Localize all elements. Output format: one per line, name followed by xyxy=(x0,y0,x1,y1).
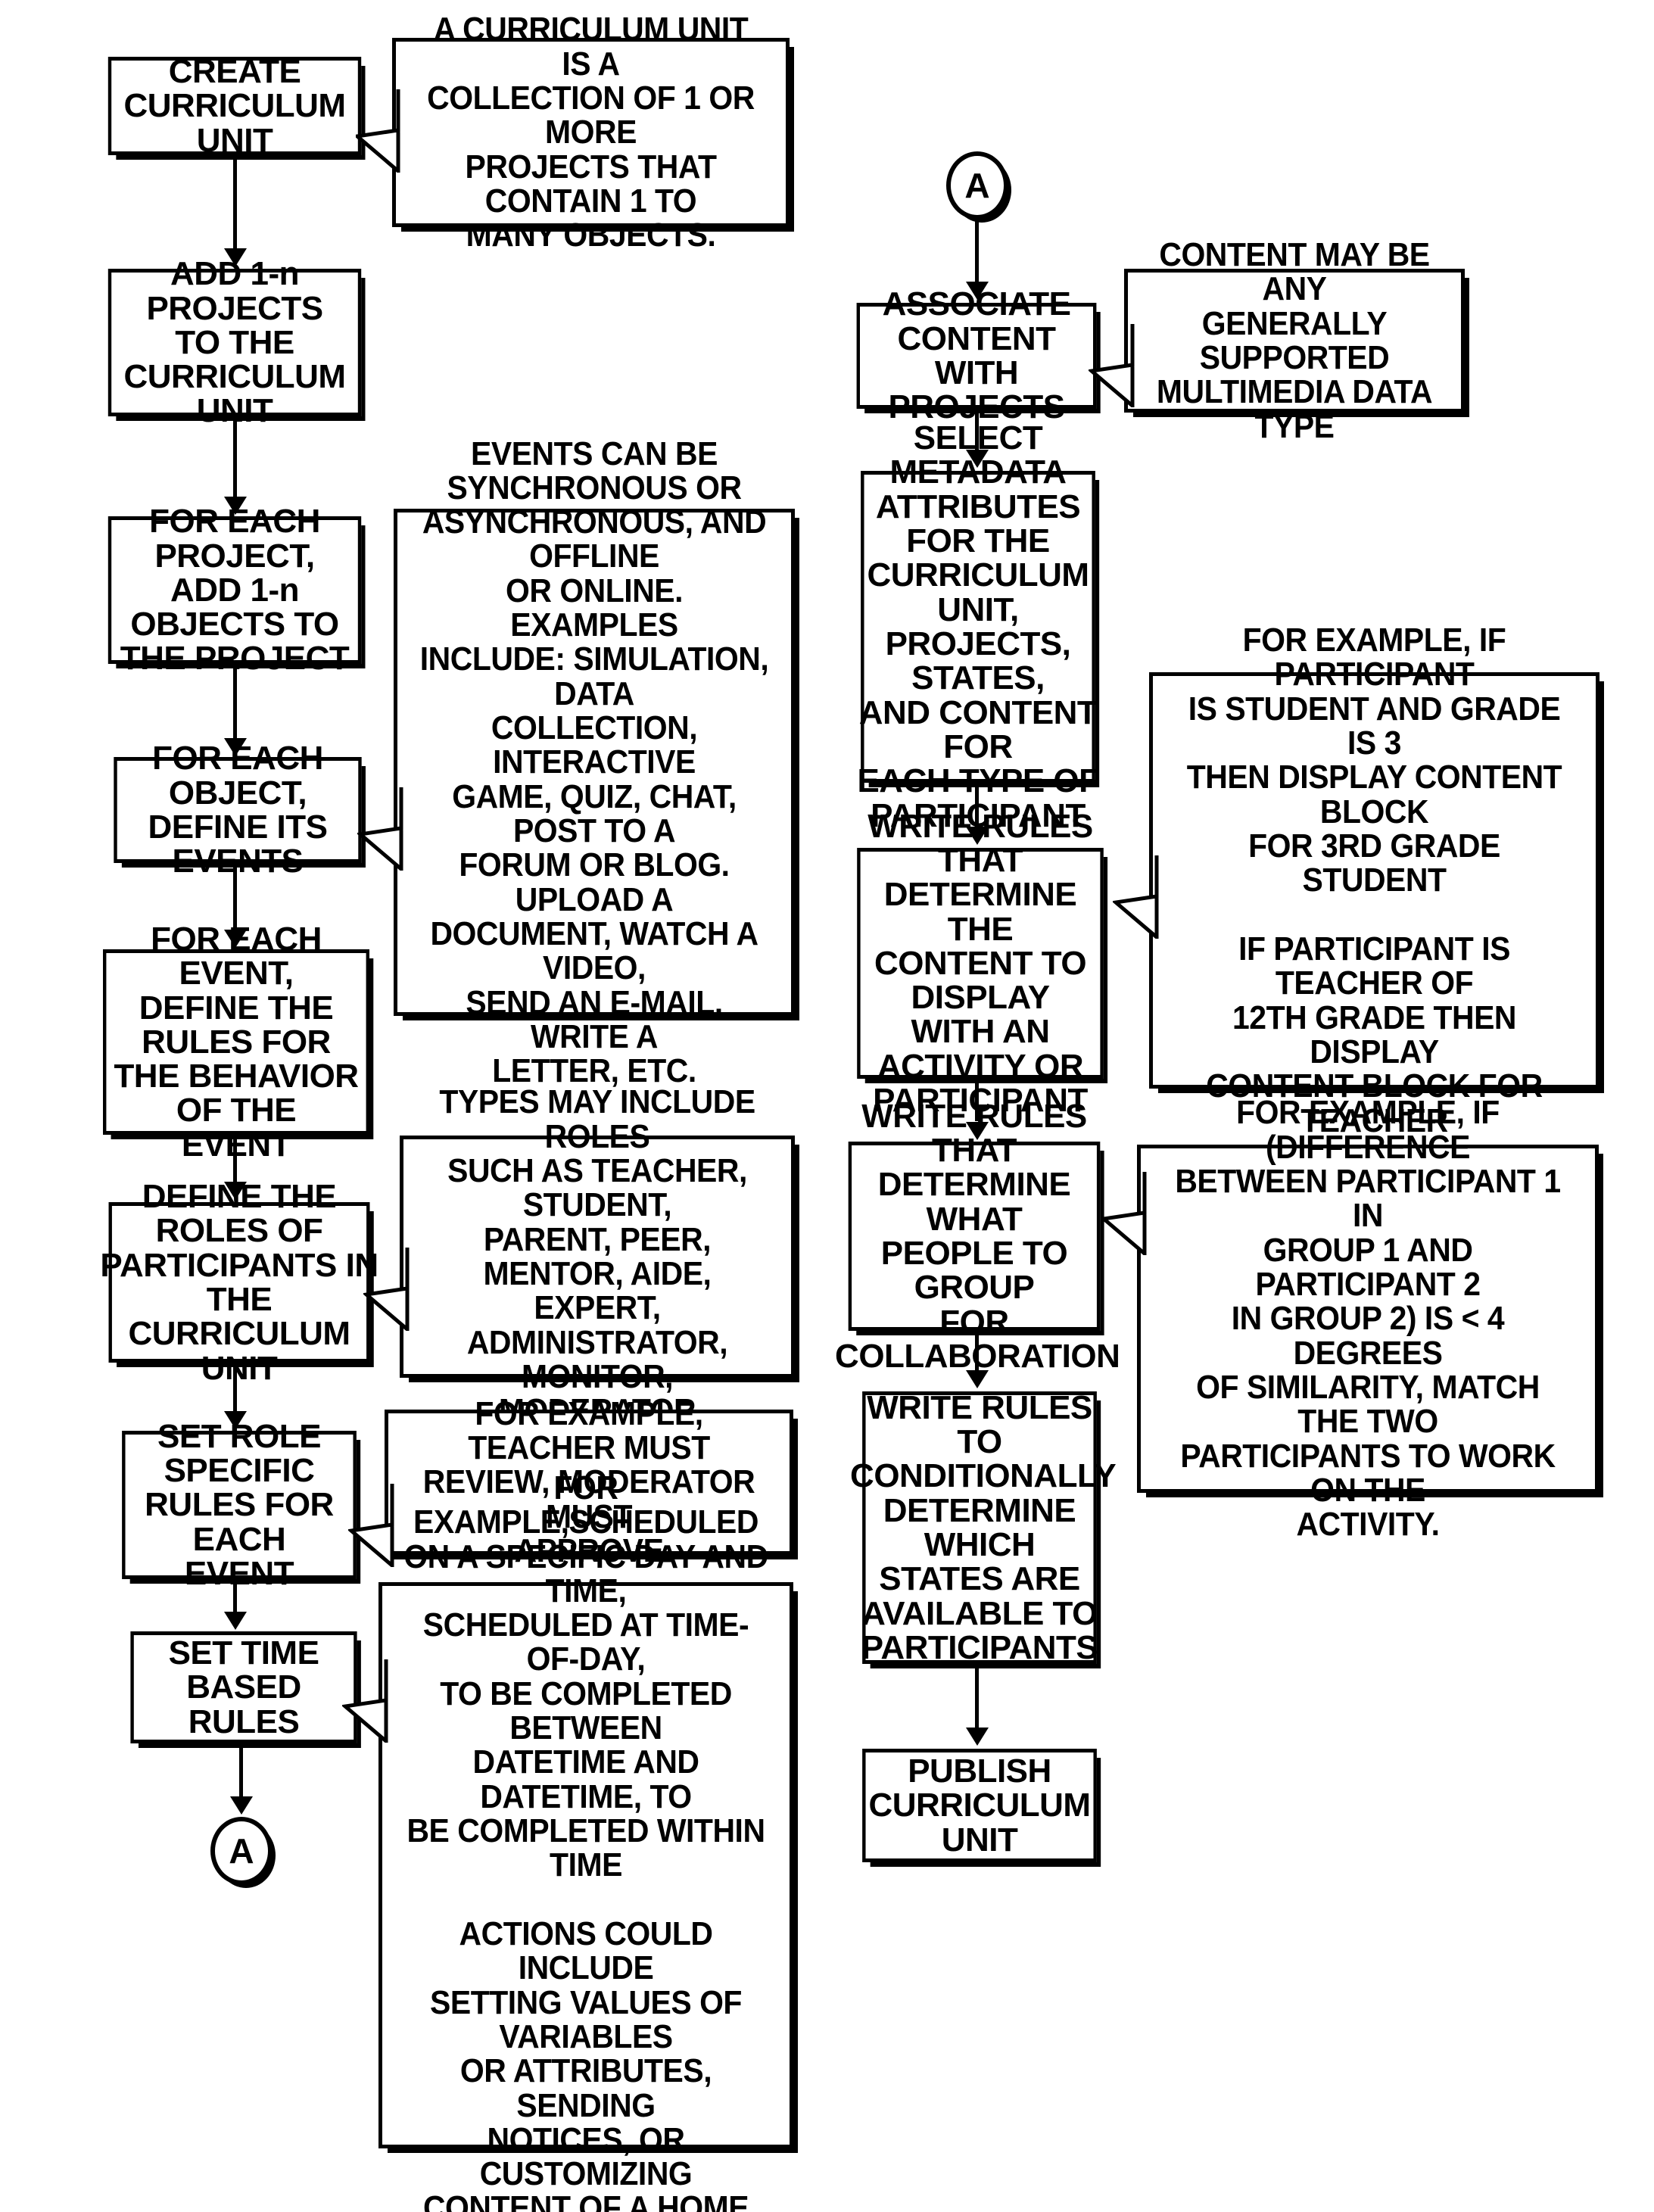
flow-line xyxy=(975,1331,979,1372)
node-associate-content[interactable]: ASSOCIATE CONTENT WITH PROJECTS xyxy=(856,287,1097,425)
note-display-example: FOR EXAMPLE, IF PARTICIPANT IS STUDENT A… xyxy=(1149,623,1599,1138)
node-label: ADD 1-n PROJECTS TO THE CURRICULUM UNIT xyxy=(123,255,346,430)
flow-line xyxy=(975,409,979,451)
node-write-group-rules[interactable]: WRITE RULES THAT DETERMINE WHAT PEOPLE T… xyxy=(835,1099,1120,1373)
note-role-types: TYPES MAY INCLUDE ROLES SUCH AS TEACHER,… xyxy=(400,1085,795,1428)
node-label: FOR EACH OBJECT, DEFINE ITS EVENTS xyxy=(148,740,328,880)
node-label: WRITE RULES THAT DETERMINE WHAT PEOPLE T… xyxy=(835,1097,1120,1373)
note-time-example: FOR EXAMPLE,SCHEDULED ON A SPECIFIC DAY … xyxy=(378,1471,793,2212)
node-publish[interactable]: PUBLISH CURRICULUM UNIT xyxy=(862,1749,1097,1862)
callout-beak-role-example xyxy=(348,1484,395,1567)
node-label: SELECT METADATA ATTRIBUTES FOR THE CURRI… xyxy=(857,421,1099,833)
node-label: PUBLISH CURRICULUM UNIT xyxy=(868,1752,1091,1858)
callout-beak-content-type xyxy=(1089,324,1135,407)
callout-beak-group-example xyxy=(1101,1172,1148,1255)
flow-arrow xyxy=(224,738,247,756)
flow-line xyxy=(233,863,237,931)
flow-arrow xyxy=(966,827,989,845)
flow-arrow xyxy=(224,497,247,515)
connector-label: A xyxy=(229,1831,254,1871)
node-define-roles[interactable]: DEFINE THE ROLES OF PARTICIPANTS IN THE … xyxy=(100,1179,378,1385)
flow-arrow xyxy=(966,1728,989,1746)
flow-arrow xyxy=(966,450,989,468)
connector-a-bottom-left: A xyxy=(210,1817,273,1885)
flow-line xyxy=(975,783,979,828)
note-text: FOR EXAMPLE, IF PARTICIPANT IS STUDENT A… xyxy=(1186,622,1562,1139)
flow-line xyxy=(239,1743,243,1798)
connector-a-top-right: A xyxy=(946,151,1008,220)
callout-beak-curriculum-unit xyxy=(356,89,401,173)
flowchart-canvas: CREATE CURRICULUM UNIT ADD 1-n PROJECTS … xyxy=(0,0,1654,2212)
node-label: FOR EACH PROJECT, ADD 1-n OBJECTS TO THE… xyxy=(120,503,350,678)
note-events: EVENTS CAN BE SYNCHRONOUS OR ASYNCHRONOU… xyxy=(394,436,795,1088)
flow-arrow xyxy=(224,1612,247,1630)
flow-line xyxy=(975,1664,979,1728)
flow-line xyxy=(975,220,979,283)
flow-arrow xyxy=(224,1411,247,1429)
flow-line xyxy=(233,1135,237,1183)
flow-line xyxy=(233,155,237,250)
flow-arrow xyxy=(966,1122,989,1140)
note-text: CONTENT MAY BE ANY GENERALLY SUPPORTED M… xyxy=(1156,236,1433,445)
note-text: A CURRICULUM UNIT IS A COLLECTION OF 1 O… xyxy=(427,11,755,254)
flow-arrow xyxy=(224,930,247,948)
note-content-type: CONTENT MAY BE ANY GENERALLY SUPPORTED M… xyxy=(1124,238,1465,444)
note-curriculum-unit: A CURRICULUM UNIT IS A COLLECTION OF 1 O… xyxy=(392,12,790,252)
note-group-example: FOR EXAMPLE, IF (DIFFERENCE BETWEEN PART… xyxy=(1137,1095,1599,1541)
node-add-projects[interactable]: ADD 1-n PROJECTS TO THE CURRICULUM UNIT xyxy=(107,257,362,428)
node-create-curriculum-unit[interactable]: CREATE CURRICULUM UNIT xyxy=(107,55,362,157)
note-text: TYPES MAY INCLUDE ROLES SUCH AS TEACHER,… xyxy=(439,1083,755,1428)
node-set-role-rules[interactable]: SET ROLE SPECIFIC RULES FOR EACH EVENT xyxy=(122,1419,357,1590)
node-set-time-rules[interactable]: SET TIME BASED RULES xyxy=(130,1631,357,1743)
note-text: FOR EXAMPLE,SCHEDULED ON A SPECIFIC DAY … xyxy=(403,1469,768,2212)
flow-arrow xyxy=(966,1370,989,1388)
callout-beak-display-example xyxy=(1113,855,1160,939)
flow-arrow xyxy=(224,248,247,266)
callout-beak-role-types xyxy=(363,1248,410,1331)
node-label: DEFINE THE ROLES OF PARTICIPANTS IN THE … xyxy=(100,1178,378,1387)
flow-line xyxy=(975,1079,979,1121)
callout-beak-events xyxy=(357,787,404,871)
flow-line xyxy=(233,1579,237,1613)
node-label: WRITE RULES TO CONDITIONALLY DETERMINE W… xyxy=(850,1388,1117,1666)
callout-beak-time-example xyxy=(342,1659,389,1743)
node-label: CREATE CURRICULUM UNIT xyxy=(123,53,346,159)
node-select-metadata[interactable]: SELECT METADATA ATTRIBUTES FOR THE CURRI… xyxy=(857,421,1099,833)
node-label: SET ROLE SPECIFIC RULES FOR EACH EVENT xyxy=(145,1417,334,1592)
flow-line xyxy=(233,416,237,498)
flow-line xyxy=(233,664,237,740)
node-define-event-rules[interactable]: FOR EACH EVENT, DEFINE THE RULES FOR THE… xyxy=(103,922,369,1162)
node-add-objects[interactable]: FOR EACH PROJECT, ADD 1-n OBJECTS TO THE… xyxy=(107,504,362,676)
flow-arrow xyxy=(230,1796,253,1815)
flow-arrow xyxy=(224,1182,247,1200)
note-text: FOR EXAMPLE, IF (DIFFERENCE BETWEEN PART… xyxy=(1175,1094,1561,1544)
flow-arrow xyxy=(966,282,989,300)
node-label: FOR EACH EVENT, DEFINE THE RULES FOR THE… xyxy=(114,920,359,1162)
note-text: EVENTS CAN BE SYNCHRONOUS OR ASYNCHRONOU… xyxy=(419,435,769,1090)
node-label: WRITE RULES THAT DETERMINE THE CONTENT T… xyxy=(867,807,1093,1120)
node-label: SET TIME BASED RULES xyxy=(168,1634,319,1740)
node-write-state-rules[interactable]: WRITE RULES TO CONDITIONALLY DETERMINE W… xyxy=(850,1391,1117,1665)
node-write-content-rules[interactable]: WRITE RULES THAT DETERMINE THE CONTENT T… xyxy=(857,808,1104,1117)
connector-label: A xyxy=(964,166,990,205)
node-label: ASSOCIATE CONTENT WITH PROJECTS xyxy=(882,285,1071,426)
node-define-events[interactable]: FOR EACH OBJECT, DEFINE ITS EVENTS xyxy=(114,741,362,879)
flow-line xyxy=(233,1363,237,1413)
